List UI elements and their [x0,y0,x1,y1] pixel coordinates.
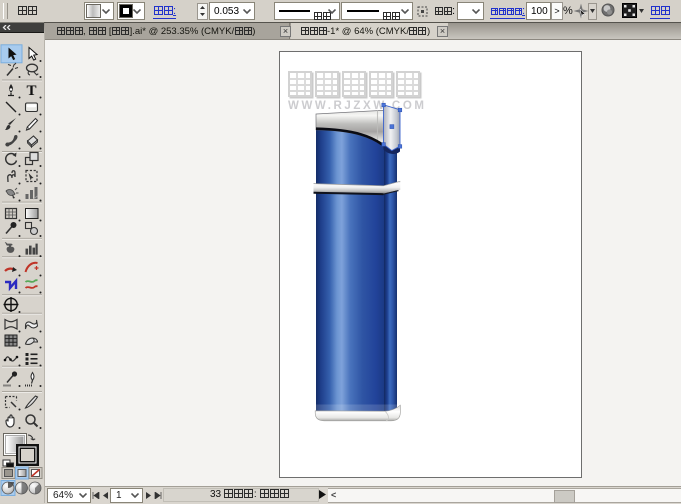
svg-text:T: T [26,83,36,99]
